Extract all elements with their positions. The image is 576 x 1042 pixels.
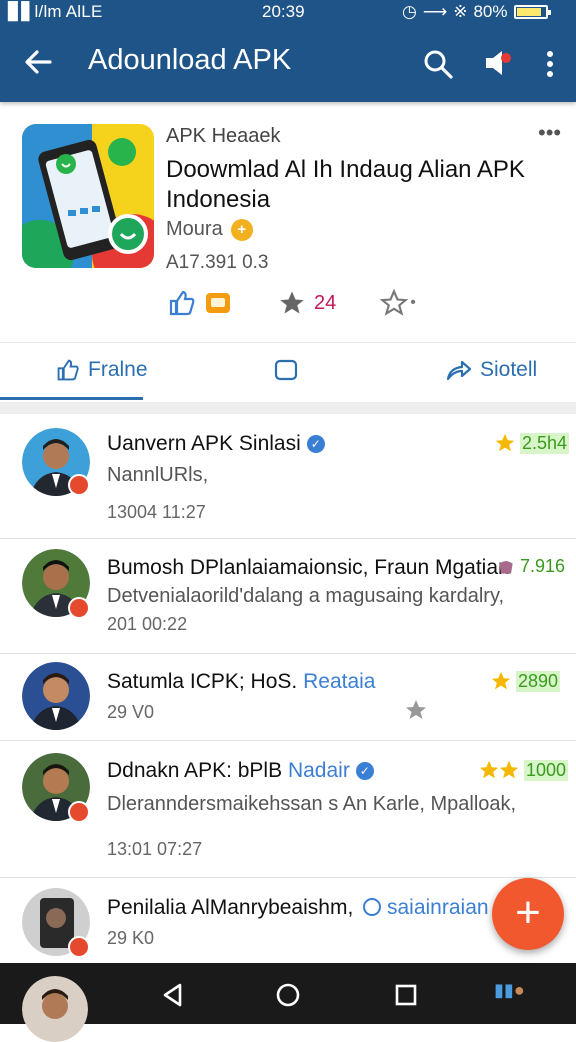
review-score: 2890 xyxy=(490,670,561,692)
status-icons: ◷ ⟶ ※ 80% xyxy=(402,2,551,22)
star-outline-icon[interactable] xyxy=(380,289,409,317)
review-tag[interactable]: Reataia xyxy=(303,670,375,693)
review-time: 13004 11:27 xyxy=(107,502,206,522)
tab-like-label: Fralne xyxy=(88,358,148,381)
badge-icon xyxy=(499,560,513,574)
review-author: Satumla ICPK; HoS. Reataia xyxy=(107,670,376,693)
plus-badge-icon: + xyxy=(230,218,253,241)
verified-icon: ✓ xyxy=(306,435,325,453)
chat-badge-icon[interactable] xyxy=(204,290,232,316)
app-subtitle: APK Heaaek xyxy=(166,125,281,147)
tab-share[interactable]: Siotell xyxy=(446,358,537,382)
nav-home-icon[interactable] xyxy=(273,980,303,1010)
score-value: 2.5һ4 xyxy=(520,432,570,454)
profile-avatar[interactable] xyxy=(22,976,88,1042)
avatar-badge-icon xyxy=(68,474,90,496)
clock-icon xyxy=(363,898,382,916)
status-time: 20:39 xyxy=(262,2,305,21)
dot-icon: • xyxy=(410,294,416,311)
review-text: NannlURls, xyxy=(107,464,209,486)
thumbs-up-icon[interactable] xyxy=(168,290,196,316)
star-icon xyxy=(491,671,511,690)
back-arrow-icon[interactable] xyxy=(20,44,56,80)
card-more-icon[interactable]: ••• xyxy=(538,120,561,146)
developer-row[interactable]: Moura + xyxy=(166,218,253,241)
comment-icon xyxy=(274,359,298,381)
tab-share-label: Siotell xyxy=(480,358,538,381)
review-tag[interactable]: saiainraian xyxy=(387,896,489,919)
review-time: 29 K0 xyxy=(107,928,155,948)
star-filled-icon xyxy=(280,291,304,314)
search-icon[interactable] xyxy=(422,48,454,80)
star-icon xyxy=(499,760,519,779)
section-divider xyxy=(0,402,576,414)
nav-back-icon[interactable] xyxy=(158,980,188,1010)
page-title: Adounload APK xyxy=(88,44,292,76)
list-item[interactable]: Bumosh DPlanlaiamaionsic, Fraun Mgatian … xyxy=(0,539,576,654)
battery-percent: 80% xyxy=(473,2,508,21)
review-score: 7.916 xyxy=(496,556,565,577)
overflow-menu-icon[interactable] xyxy=(540,48,560,80)
app-stats: 24 • xyxy=(168,289,416,317)
score-value: 2890 xyxy=(516,670,561,692)
avatar-badge-icon xyxy=(68,801,90,823)
star-icon xyxy=(495,433,515,452)
review-text: Detvenialaorild'dalang a magusaing karda… xyxy=(107,585,505,607)
review-score: 1000 xyxy=(478,759,569,781)
review-text: Dleranndersmaikehssan s An Karle, Mpallo… xyxy=(107,793,517,815)
review-author: Ddnakn APK: bPlB Nadair ✓ xyxy=(107,759,374,783)
alarm-icon: ◷ xyxy=(402,2,417,21)
review-author: Bumosh DPlanlaiamaionsic, Fraun Mgatian xyxy=(107,556,510,579)
add-fab-button[interactable]: + xyxy=(492,878,564,950)
review-author: Uanvern APK Sinlasi ✓ xyxy=(107,432,325,456)
review-time: 13:01 07:27 xyxy=(107,839,203,859)
app-meta: A17.391 0.3 xyxy=(166,252,269,273)
action-tabs: Fralne Siotell xyxy=(0,342,576,401)
list-item[interactable]: Uanvern APK Sinlasi ✓ NannlURls, 13004 11… xyxy=(0,414,576,539)
review-tag[interactable]: Nadair xyxy=(288,759,350,782)
review-time: 201 00:22 xyxy=(107,614,188,634)
tab-like[interactable]: Fralne xyxy=(56,358,148,382)
tab-indicator xyxy=(0,397,143,400)
share-icon xyxy=(446,360,472,381)
nav-recents-icon[interactable] xyxy=(391,980,421,1010)
avatar xyxy=(22,662,90,730)
avatar-badge-icon xyxy=(68,936,90,958)
verified-icon: ✓ xyxy=(355,762,374,780)
list-item[interactable]: Satumla ICPK; HoS. Reataia 29 V0 2890 xyxy=(0,654,576,741)
bluetooth-icon: ※ xyxy=(453,2,468,21)
signal-icon: ⟶ xyxy=(422,2,448,21)
developer-name: Moura xyxy=(166,218,223,240)
score-value: 7.916 xyxy=(520,556,566,576)
score-value: 1000 xyxy=(524,759,569,781)
list-item[interactable]: Ddnakn APK: bPlB Nadair ✓ Dleranndersmaik… xyxy=(0,741,576,878)
tray-app-icon[interactable]: ▮▮● xyxy=(494,980,525,1001)
app-title: Doowmlad Al Ih Indaug Alian APK Indonesi… xyxy=(166,156,525,213)
battery-icon xyxy=(513,5,551,19)
review-author: Penilalia AlManrybeaishm, saiainraian xyxy=(107,896,489,919)
app-icon[interactable] xyxy=(22,124,154,268)
star-icon xyxy=(479,760,499,779)
review-score: 2.5һ4 xyxy=(494,432,570,454)
rating-count: 24 xyxy=(314,291,337,314)
list-item[interactable]: Penilalia AlManrybeaishm, saiainraian 29… xyxy=(0,878,576,963)
review-time: 29 V0 xyxy=(107,702,155,722)
tab-comment[interactable] xyxy=(274,358,306,382)
avatar-badge-icon xyxy=(68,597,90,619)
like-icon xyxy=(57,359,79,381)
status-signal: ▊▋l/lm AlLE xyxy=(8,2,103,21)
star-grey-icon xyxy=(406,700,426,719)
notification-icon[interactable] xyxy=(480,46,514,80)
